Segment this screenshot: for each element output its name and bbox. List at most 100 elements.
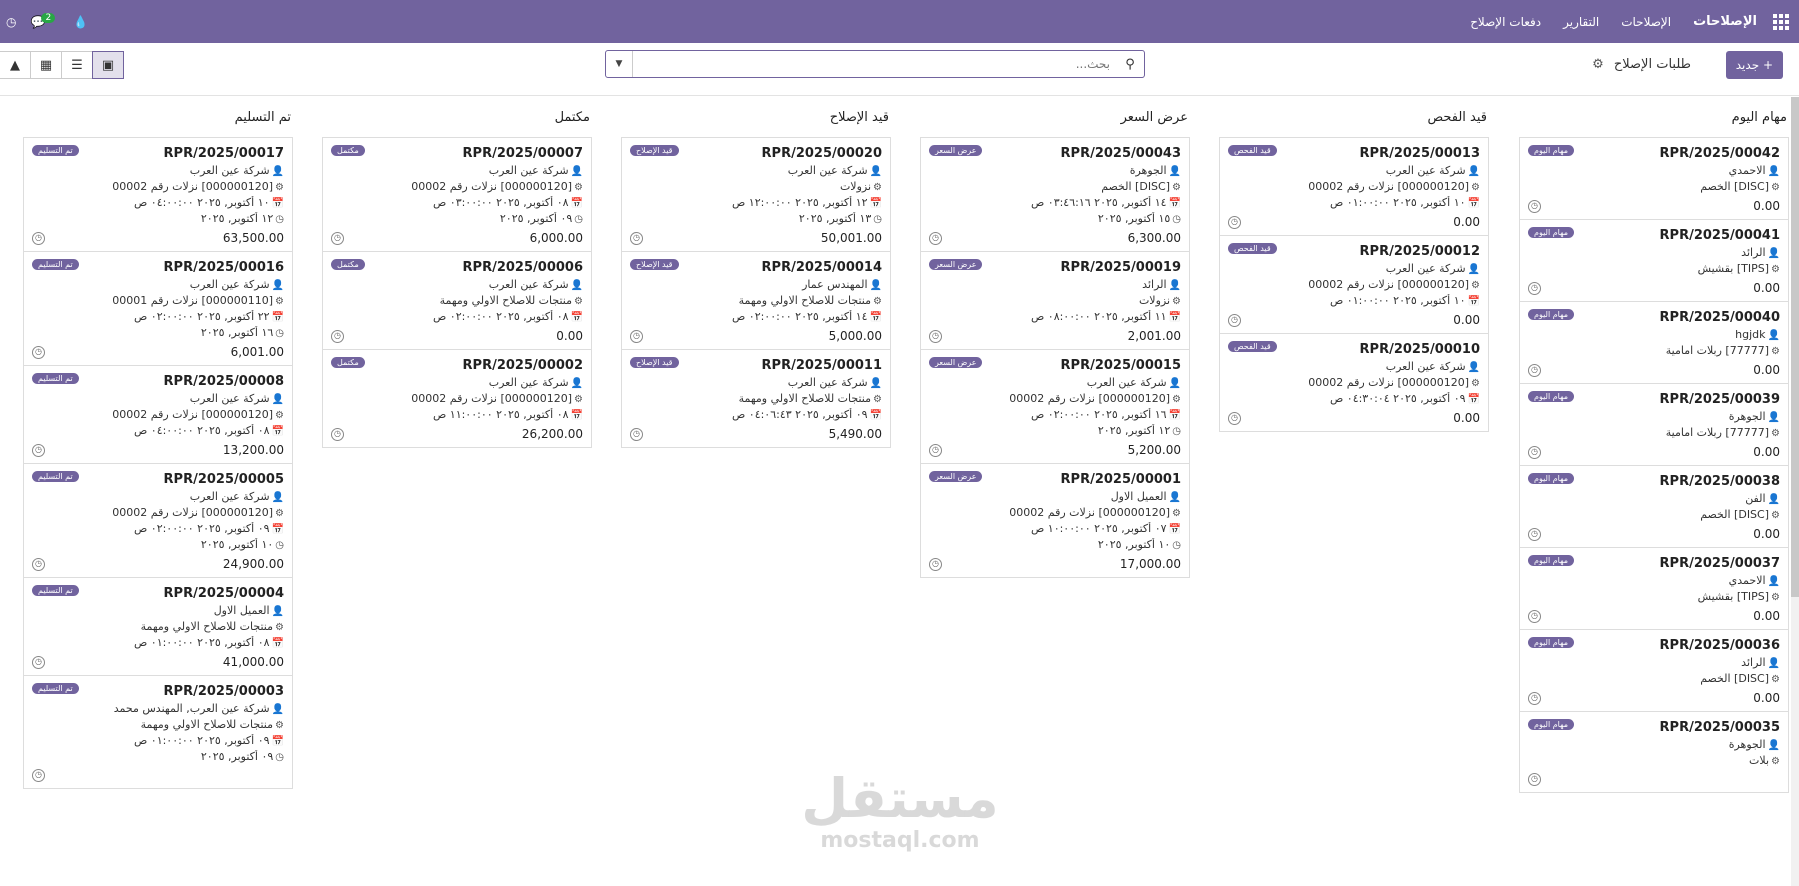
- column-title[interactable]: عرض السعر: [920, 97, 1190, 127]
- card-amount: 6,001.00: [230, 345, 284, 359]
- kanban-card[interactable]: RPR/2025/00012 قيد الفحص 👤شركة عين العرب ⚙[…: [1219, 235, 1489, 334]
- activity-clock-icon[interactable]: ◷: [1528, 609, 1541, 623]
- menu-reports[interactable]: التقارير: [1563, 15, 1599, 29]
- kanban-card[interactable]: RPR/2025/00036 مهام اليوم 👤الرائد ⚙[DISC] ا…: [1519, 629, 1789, 712]
- activity-clock-icon[interactable]: ◷: [32, 557, 45, 571]
- card-line-text: [000000120] نزلات رقم 00002: [1308, 180, 1470, 193]
- kanban-card[interactable]: RPR/2025/00008 تم التسليم 👤شركة عين العرب ⚙…: [23, 365, 293, 464]
- activity-clock-icon[interactable]: ◷: [929, 557, 942, 571]
- kanban-card[interactable]: RPR/2025/00001 عرض السعر 👤العميل الاول ⚙[00…: [920, 463, 1190, 578]
- kanban-card[interactable]: RPR/2025/00039 مهام اليوم 👤الجوهرة ⚙[77777]…: [1519, 383, 1789, 466]
- activity-clock-icon[interactable]: ◷: [630, 427, 643, 441]
- apps-grid-icon[interactable]: [1773, 13, 1789, 30]
- card-amount: 0.00: [556, 329, 583, 343]
- card-line-text: [TIPS] بقشيش: [1697, 590, 1770, 603]
- card-line: 📅٠٩ أكتوبر, ٢٠٢٥ ٠٢:٠٠:٠٠ ص: [32, 522, 284, 535]
- calendar-icon: 📅: [570, 198, 583, 209]
- activity-clock-icon[interactable]: ◷: [1528, 773, 1541, 786]
- column-title[interactable]: قيد الفحص: [1219, 97, 1489, 127]
- gear-icon[interactable]: ⚙: [1592, 57, 1604, 72]
- kanban-card[interactable]: RPR/2025/00015 عرض السعر 👤شركة عين العرب ⚙[…: [920, 349, 1190, 464]
- column-title[interactable]: تم التسليم: [23, 97, 293, 127]
- card-line: 📅١٢ أكتوبر, ٢٠٢٥ ١٢:٠٠:٠٠ ص: [630, 196, 882, 209]
- activity-clock-icon[interactable]: ◷: [630, 231, 643, 245]
- column-title[interactable]: قيد الإصلاح: [621, 97, 891, 127]
- kanban-card[interactable]: RPR/2025/00016 تم التسليم 👤شركة عين العرب ⚙…: [23, 251, 293, 366]
- activity-clock-icon[interactable]: ◷: [32, 655, 45, 669]
- kanban-view-icon[interactable]: ▣: [92, 51, 124, 79]
- column-title[interactable]: مهام اليوم: [1519, 97, 1789, 127]
- app-brand[interactable]: الإصلاحات: [1693, 14, 1757, 29]
- kanban-card[interactable]: RPR/2025/00005 تم التسليم 👤شركة عين العرب ⚙…: [23, 463, 293, 578]
- user-icon: 👤: [1767, 330, 1780, 341]
- kanban-card[interactable]: RPR/2025/00041 مهام اليوم 👤الرائد ⚙[TIPS] ب…: [1519, 219, 1789, 302]
- kanban-card[interactable]: RPR/2025/00043 عرض السعر 👤الجوهرة ⚙[DISC] ا…: [920, 137, 1190, 252]
- list-view-icon[interactable]: ☰: [61, 51, 93, 79]
- page-title-text[interactable]: طلبات الإصلاح: [1614, 57, 1691, 72]
- kanban-card[interactable]: RPR/2025/00004 تم التسليم 👤العميل الاول ⚙من…: [23, 577, 293, 676]
- card-footer: 0.00 ◷: [1228, 411, 1480, 425]
- graph-view-icon[interactable]: ▲: [0, 51, 31, 79]
- kanban-card[interactable]: RPR/2025/00010 قيد الفحص 👤شركة عين العرب ⚙[…: [1219, 333, 1489, 432]
- menu-repair-batches[interactable]: دفعات الإصلاح: [1470, 15, 1541, 29]
- activity-clock-icon[interactable]: ◷: [630, 329, 643, 343]
- card-footer: 6,000.00 ◷: [331, 231, 583, 245]
- card-line: 📅٠٩ أكتوبر, ٢٠٢٥ ٠٤:٠٦:٤٣ ص: [630, 408, 882, 421]
- activity-clock-icon[interactable]: ◷: [1528, 363, 1541, 377]
- kanban-card[interactable]: RPR/2025/00013 قيد الفحص 👤شركة عين العرب ⚙[…: [1219, 137, 1489, 236]
- kanban-card[interactable]: RPR/2025/00019 عرض السعر 👤الرائد ⚙نزولات 📅١١…: [920, 251, 1190, 350]
- activity-clock-icon[interactable]: ◷: [1228, 215, 1241, 229]
- activity-clock-icon[interactable]: ◷: [929, 329, 942, 343]
- activity-clock-icon[interactable]: ◷: [929, 231, 942, 245]
- kanban-card[interactable]: RPR/2025/00037 مهام اليوم 👤الاحمدي ⚙[TIPS] …: [1519, 547, 1789, 630]
- kanban-card[interactable]: RPR/2025/00011 قيد الإصلاح 👤شركة عين العرب…: [621, 349, 891, 448]
- kanban-card[interactable]: RPR/2025/00035 مهام اليوم 👤الجوهرة ⚙بلات ◷: [1519, 711, 1789, 793]
- clock-icon[interactable]: ◷: [6, 15, 16, 29]
- activity-clock-icon[interactable]: ◷: [1528, 527, 1541, 541]
- kanban-card[interactable]: RPR/2025/00003 تم التسليم 👤شركة عين العرب,…: [23, 675, 293, 789]
- search-input[interactable]: [633, 51, 1116, 77]
- user-icon: 👤: [271, 606, 284, 617]
- chat-icon[interactable]: 💬2: [30, 12, 59, 29]
- activity-clock-icon[interactable]: ◷: [331, 231, 344, 245]
- kanban-card[interactable]: RPR/2025/00038 مهام اليوم 👤الفن ⚙[DISC] الخ…: [1519, 465, 1789, 548]
- scrollbar-thumb[interactable]: [1791, 97, 1799, 597]
- kanban-card[interactable]: RPR/2025/00007 مكتمل 👤شركة عين العرب ⚙[0000…: [322, 137, 592, 252]
- activity-clock-icon[interactable]: ◷: [1228, 313, 1241, 327]
- activity-clock-icon[interactable]: ◷: [32, 345, 45, 359]
- activity-clock-icon[interactable]: ◷: [32, 769, 45, 782]
- activity-clock-icon[interactable]: ◷: [331, 427, 344, 441]
- activity-clock-icon[interactable]: ◷: [1528, 281, 1541, 295]
- kanban-card[interactable]: RPR/2025/00040 مهام اليوم 👤hgjdk ⚙[77777] ر…: [1519, 301, 1789, 384]
- new-button[interactable]: + جديد: [1725, 51, 1783, 79]
- activity-clock-icon[interactable]: ◷: [1528, 445, 1541, 459]
- activity-clock-icon[interactable]: ◷: [1528, 199, 1541, 213]
- page-title: طلبات الإصلاح ⚙: [1592, 57, 1691, 72]
- calendar-view-icon[interactable]: ▦: [30, 51, 62, 79]
- card-line: ⚙منتجات للاصلاح الاولي ومهمة: [32, 620, 284, 633]
- kanban-card[interactable]: RPR/2025/00042 مهام اليوم 👤الاحمدي ⚙[DISC] …: [1519, 137, 1789, 220]
- activity-clock-icon[interactable]: ◷: [929, 443, 942, 457]
- activity-clock-icon[interactable]: ◷: [32, 231, 45, 245]
- card-amount: 0.00: [1453, 215, 1480, 229]
- gear-icon: ⚙: [1771, 264, 1780, 275]
- activity-clock-icon[interactable]: ◷: [32, 443, 45, 457]
- gear-icon: ⚙: [1771, 428, 1780, 439]
- kanban-card[interactable]: RPR/2025/00017 تم التسليم 👤شركة عين العرب ⚙…: [23, 137, 293, 252]
- search-toggle-dropdown-icon[interactable]: ▼: [606, 51, 633, 77]
- column-title[interactable]: مكتمل: [322, 97, 592, 127]
- activity-clock-icon[interactable]: ◷: [331, 329, 344, 343]
- activity-clock-icon[interactable]: ◷: [1528, 691, 1541, 705]
- menu-repairs[interactable]: الإصلاحات: [1621, 15, 1671, 29]
- card-footer: 13,200.00 ◷: [32, 443, 284, 457]
- kanban-card[interactable]: RPR/2025/00006 مكتمل 👤شركة عين العرب ⚙منتجا…: [322, 251, 592, 350]
- kanban-card[interactable]: RPR/2025/00002 مكتمل 👤شركة عين العرب ⚙[0000…: [322, 349, 592, 448]
- drop-icon[interactable]: 💧: [73, 15, 88, 29]
- card-line: ⚙[TIPS] بقشيش: [1528, 262, 1780, 275]
- search-icon[interactable]: ⚲: [1116, 51, 1144, 77]
- board-scrollbar[interactable]: [1791, 97, 1799, 886]
- activity-clock-icon[interactable]: ◷: [1228, 411, 1241, 425]
- kanban-card[interactable]: RPR/2025/00014 قيد الإصلاح 👤المهندس عمار ⚙م…: [621, 251, 891, 350]
- card-line-text: ٠٨ أكتوبر, ٢٠٢٥ ٠٢:٠٠:٠٠ ص: [432, 310, 569, 323]
- kanban-card[interactable]: RPR/2025/00020 قيد الإصلاح 👤شركة عين العرب…: [621, 137, 891, 252]
